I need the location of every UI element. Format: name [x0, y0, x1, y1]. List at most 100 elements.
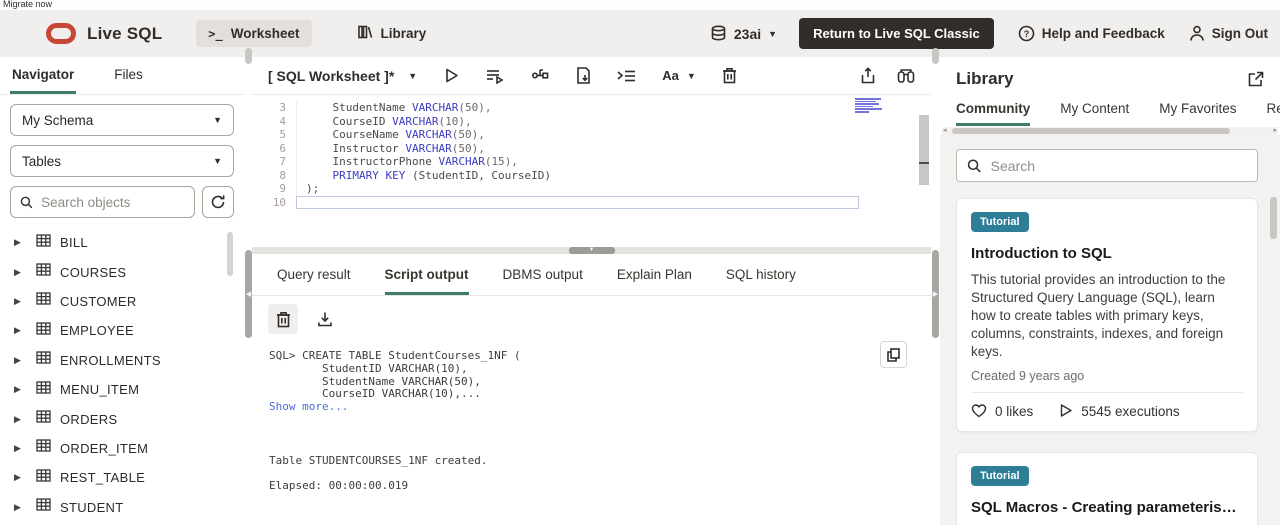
run-button[interactable] — [443, 67, 460, 84]
table-row[interactable]: ▶ ORDER_ITEM — [0, 434, 244, 463]
expand-caret-icon[interactable]: ▶ — [14, 502, 36, 513]
output-tab-sql-history[interactable]: SQL history — [726, 254, 796, 295]
expand-caret-icon[interactable]: ▶ — [14, 296, 36, 307]
table-row[interactable]: ▶ STUDENT — [0, 493, 244, 522]
table-icon — [36, 234, 51, 252]
tab-library[interactable]: Library — [346, 19, 439, 48]
return-classic-button[interactable]: Return to Live SQL Classic — [799, 18, 994, 49]
output-tab-dbms-output[interactable]: DBMS output — [503, 254, 583, 295]
find-button[interactable] — [897, 68, 915, 84]
open-external-icon[interactable] — [1248, 71, 1264, 87]
right-panel-splitter[interactable]: ▶ — [931, 48, 939, 525]
worksheet-toolbar-right — [860, 67, 915, 84]
table-row[interactable]: ▶ BILL — [0, 228, 244, 257]
card-created-date: Created 9 years ago — [971, 369, 1243, 393]
code-line[interactable]: 4 CourseID VARCHAR(10), — [252, 114, 931, 128]
table-row[interactable]: ▶ EMPLOYEE — [0, 316, 244, 345]
card-footer: 0 likes 5545 executions — [971, 393, 1243, 421]
expand-caret-icon[interactable]: ▶ — [14, 355, 36, 366]
script-output-result: Table STUDENTCOURSES_1NF created. — [269, 453, 488, 467]
run-script-button[interactable] — [486, 68, 505, 84]
explain-plan-button[interactable] — [531, 68, 550, 83]
tutorial-card[interactable]: Tutorial Introduction to SQL This tutorial… — [956, 198, 1258, 432]
migrate-banner: Migrate now — [0, 0, 1280, 10]
text-size-menu[interactable]: Aa ▼ — [662, 68, 696, 83]
sidebar-tab-navigator[interactable]: Navigator — [10, 57, 77, 94]
library-tab-community[interactable]: Community — [956, 93, 1031, 126]
show-more-link[interactable]: Show more... — [269, 400, 931, 414]
editor-lines: 3 StudentName VARCHAR(50), 4 CourseID VAR… — [252, 95, 931, 209]
table-row[interactable]: ▶ CUSTOMER — [0, 287, 244, 316]
table-row[interactable]: ▶ REST_TABLE — [0, 463, 244, 492]
left-panel-splitter[interactable]: ◀ — [244, 48, 252, 525]
library-search-input[interactable] — [990, 157, 1247, 174]
worksheet-title-menu[interactable]: [ SQL Worksheet ]* ▼ — [268, 68, 417, 84]
code-line[interactable]: 8 PRIMARY KEY (StudentID, CourseID) — [252, 168, 931, 182]
code-line[interactable]: 9); — [252, 182, 931, 196]
tab-worksheet[interactable]: >_ Worksheet — [196, 20, 312, 47]
clear-output-button[interactable] — [268, 304, 298, 334]
table-name: BILL — [60, 235, 88, 251]
object-search-input[interactable] — [41, 194, 185, 210]
expand-caret-icon[interactable]: ▶ — [14, 325, 36, 336]
expand-caret-icon[interactable]: ▶ — [14, 384, 36, 395]
editor-scrollbar[interactable] — [919, 115, 929, 225]
output-tab-script-output[interactable]: Script output — [384, 254, 469, 295]
output-tab-explain-plan[interactable]: Explain Plan — [617, 254, 692, 295]
output-tab-query-result[interactable]: Query result — [277, 254, 351, 295]
code-line[interactable]: 3 StudentName VARCHAR(50), — [252, 101, 931, 115]
table-row[interactable]: ▶ MENU_ITEM — [0, 375, 244, 404]
sidebar-scrollbar[interactable] — [227, 232, 233, 525]
download-output-button[interactable] — [310, 304, 340, 334]
code-text — [296, 195, 859, 209]
expand-caret-icon[interactable]: ▶ — [14, 472, 36, 483]
brand: Live SQL — [46, 23, 162, 44]
table-row[interactable]: ▶ ORDERS — [0, 404, 244, 433]
code-line[interactable]: 6 Instructor VARCHAR(50), — [252, 141, 931, 155]
refresh-button[interactable] — [202, 186, 234, 218]
table-row[interactable]: ▶ COURSES — [0, 257, 244, 286]
library-search[interactable] — [956, 149, 1258, 182]
code-line[interactable]: 7 InstructorPhone VARCHAR(15), — [252, 155, 931, 169]
sidebar-tabs: Navigator Files — [0, 57, 244, 95]
brand-name: Live SQL — [87, 23, 163, 43]
line-number: 5 — [279, 128, 286, 141]
expand-caret-icon[interactable]: ▶ — [14, 267, 36, 278]
table-name: ORDERS — [60, 411, 118, 427]
clear-worksheet-button[interactable] — [722, 67, 737, 84]
editor-minimap[interactable] — [855, 98, 885, 114]
likes-button[interactable]: 0 likes — [971, 403, 1033, 421]
library-cards: Tutorial Introduction to SQL This tutorial… — [956, 198, 1258, 525]
object-search[interactable] — [10, 186, 195, 218]
signout-link[interactable]: Sign Out — [1189, 25, 1268, 42]
tutorial-card[interactable]: Tutorial SQL Macros - Creating parameteri… — [956, 451, 1258, 525]
download-script-button[interactable] — [576, 67, 591, 84]
migrate-banner-text[interactable]: Migrate now — [3, 0, 52, 9]
share-button[interactable] — [860, 67, 876, 84]
database-selector[interactable]: 23ai ▼ — [710, 25, 777, 42]
schema-select[interactable]: My Schema ▼ — [10, 104, 234, 136]
sql-editor[interactable]: 3 StudentName VARCHAR(50), 4 CourseID VAR… — [252, 95, 931, 247]
sidebar-tab-files[interactable]: Files — [112, 57, 145, 94]
code-line[interactable]: 5 CourseName VARCHAR(50), — [252, 128, 931, 142]
expand-caret-icon[interactable]: ▶ — [14, 443, 36, 454]
library-tab-my-content[interactable]: My Content — [1060, 93, 1129, 126]
help-feedback-link[interactable]: ? Help and Feedback — [1018, 25, 1165, 42]
library-tabs-scrollbar[interactable]: ◂ ▸ — [942, 127, 1278, 135]
expand-caret-icon[interactable]: ▶ — [14, 237, 36, 248]
library-scrollbar[interactable] — [1270, 197, 1277, 525]
output-panel-splitter[interactable]: ▼ — [252, 247, 931, 254]
executions-button[interactable]: 5545 executions — [1059, 403, 1180, 421]
library-tab-recently-viewed[interactable]: Recently Viewed — [1267, 93, 1280, 126]
output-panel: Query result Script output DBMS output Expl… — [252, 254, 931, 493]
line-number: 9 — [279, 182, 286, 195]
expand-caret-icon[interactable]: ▶ — [14, 414, 36, 425]
copy-output-button[interactable] — [880, 341, 907, 368]
search-icon — [20, 196, 33, 208]
object-type-select[interactable]: Tables ▼ — [10, 145, 234, 177]
table-row[interactable]: ▶ ENROLLMENTS — [0, 346, 244, 375]
tab-worksheet-label: Worksheet — [230, 26, 300, 41]
code-line[interactable]: 10 — [252, 195, 931, 209]
library-tab-my-favorites[interactable]: My Favorites — [1159, 93, 1236, 126]
format-button[interactable] — [617, 69, 636, 83]
